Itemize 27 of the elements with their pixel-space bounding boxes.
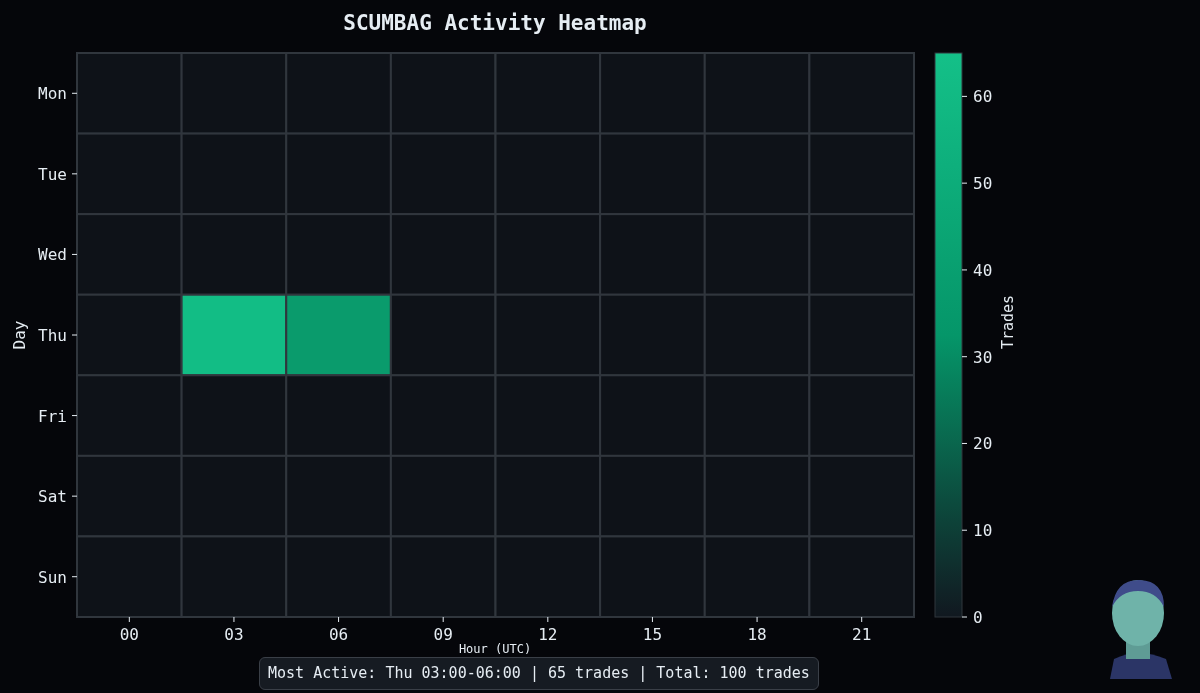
colorbar-tick-label: 30 [973,347,993,367]
y-tick-label: Thu [38,326,67,345]
y-tick-label: Sat [38,487,67,507]
x-tick-label: 21 [852,625,872,644]
y-axis-label: Day [10,320,29,350]
colorbar-tick-label: 60 [973,87,993,107]
y-tick-label: Tue [38,164,67,184]
x-tick-label: 00 [119,625,139,644]
x-axis-label: Hour (UTC) [458,642,532,656]
y-tick-label: Sun [38,567,67,587]
x-tick-label: 18 [747,625,767,644]
colorbar-tick-label: 40 [973,260,993,280]
x-tick-label: 03 [224,625,244,644]
x-tick-label: 06 [328,625,349,644]
x-tick-label: 15 [642,625,663,644]
colorbar-tick-label: 20 [973,434,993,454]
y-tick-label: Wed [38,245,67,265]
colorbar-label: Trades [999,294,1017,350]
chart-title: SCUMBAG Activity Heatmap [343,11,647,35]
colorbar-tick-label: 10 [973,521,993,541]
y-tick-label: Fri [38,406,67,426]
y-tick-label: Mon [38,84,67,104]
colorbar-tick-label: 50 [973,174,993,194]
x-tick-label: 09 [433,625,453,644]
colorbar-tick-label: 0 [973,608,983,627]
summary-box: Most Active: Thu 03:00-06:00 | 65 trades | Total: 100 trades [259,657,819,690]
x-tick-label: 12 [538,625,558,644]
